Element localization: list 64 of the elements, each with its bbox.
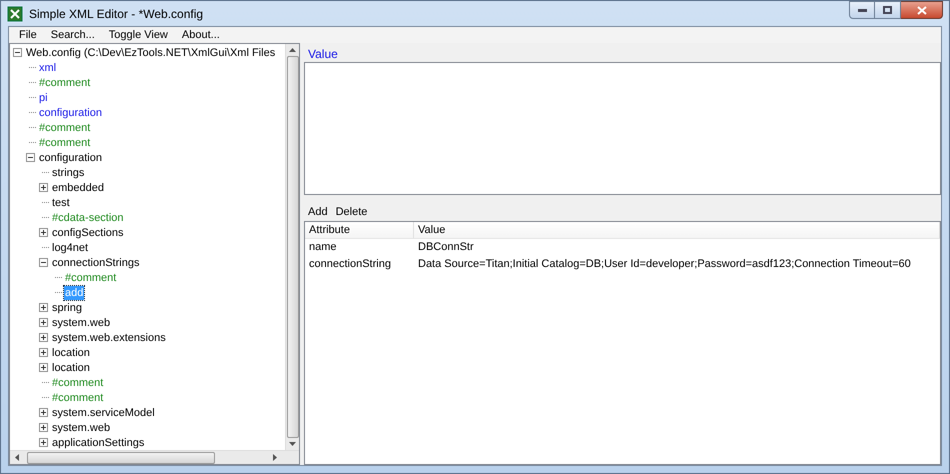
horizontal-scrollbar[interactable]	[10, 450, 299, 464]
menu-item[interactable]: File	[19, 26, 37, 44]
menu-item[interactable]: Toggle View	[108, 26, 168, 44]
table-cell-text: DBConnStr	[417, 240, 475, 256]
expand-icon[interactable]	[39, 423, 48, 432]
toolbar-button[interactable]: Add	[308, 204, 328, 220]
vertical-scrollbar[interactable]	[285, 44, 299, 450]
column-header[interactable]: Attribute	[305, 222, 414, 238]
tree-item[interactable]: #comment	[51, 376, 104, 390]
tree-item[interactable]: #comment	[38, 76, 92, 90]
tree-item[interactable]: location	[51, 346, 91, 360]
collapse-icon[interactable]	[39, 258, 48, 267]
menu-item[interactable]: Search...	[50, 26, 95, 44]
toolbar-button[interactable]: Delete	[336, 204, 368, 220]
tree-item[interactable]: #comment	[38, 136, 92, 150]
tree-item[interactable]: system.web.extensions	[51, 330, 167, 344]
tree-item[interactable]: spring	[51, 300, 83, 314]
tree-item[interactable]: system.web	[51, 316, 112, 330]
tree-item[interactable]: #comment	[64, 270, 118, 284]
window-title: Simple XML Editor - *Web.config	[29, 6, 204, 22]
tree-item[interactable]: xml	[38, 60, 58, 74]
tree-item[interactable]: #cdata-section	[51, 210, 125, 224]
tree-item[interactable]: system.web	[51, 420, 112, 434]
scroll-left-icon[interactable]	[15, 454, 19, 461]
collapse-icon[interactable]	[13, 48, 22, 57]
tree-item[interactable]: configSections	[51, 226, 125, 240]
tree-item[interactable]: configuration	[38, 106, 103, 120]
expand-icon[interactable]	[39, 318, 48, 327]
maximize-button[interactable]	[875, 1, 901, 19]
minimize-button[interactable]	[849, 1, 875, 19]
tree-item[interactable]: Web.config (C:\Dev\EzTools.NET\XmlGui\Xml Files	[25, 46, 276, 60]
tree-item[interactable]: #comment	[38, 120, 92, 134]
scroll-up-icon[interactable]	[289, 48, 296, 52]
scroll-down-icon[interactable]	[289, 442, 296, 446]
tree-item[interactable]: strings	[51, 166, 86, 180]
expand-icon[interactable]	[39, 438, 48, 447]
close-icon	[916, 6, 926, 14]
collapse-icon[interactable]	[26, 153, 35, 162]
table-cell-text: Data Source=Titan;Initial Catalog=DB;User Id=developer;Password=asdf123;Connection Timeout=60	[417, 257, 912, 272]
tree-item[interactable]: #comment	[51, 390, 104, 404]
expand-icon[interactable]	[39, 363, 48, 372]
tree-item[interactable]: log4net	[51, 240, 90, 254]
menu-item[interactable]: About...	[182, 26, 220, 44]
column-header[interactable]: Value	[414, 222, 940, 238]
scroll-right-icon[interactable]	[273, 454, 277, 461]
value-label: Value	[307, 46, 339, 62]
tree-item[interactable]: test	[51, 196, 71, 210]
expand-icon[interactable]	[39, 333, 48, 342]
tree-item[interactable]: embedded	[51, 180, 105, 194]
tree-item[interactable]: location	[51, 360, 91, 374]
expand-icon[interactable]	[39, 408, 48, 417]
tree-item[interactable]: configuration	[38, 150, 103, 164]
tree-item[interactable]: applicationSettings	[51, 436, 146, 450]
close-button[interactable]	[901, 1, 943, 19]
tree-item[interactable]: pi	[38, 90, 49, 104]
tree-item[interactable]: connectionStrings	[51, 256, 140, 270]
table-cell-text: name	[308, 240, 338, 256]
table-cell-text: connectionString	[308, 257, 392, 272]
expand-icon[interactable]	[39, 183, 48, 192]
tree-item[interactable]: system.serviceModel	[51, 406, 156, 420]
expand-icon[interactable]	[39, 303, 48, 312]
expand-icon[interactable]	[39, 348, 48, 357]
expand-icon[interactable]	[39, 228, 48, 237]
spreadsheet-icon	[7, 6, 23, 22]
